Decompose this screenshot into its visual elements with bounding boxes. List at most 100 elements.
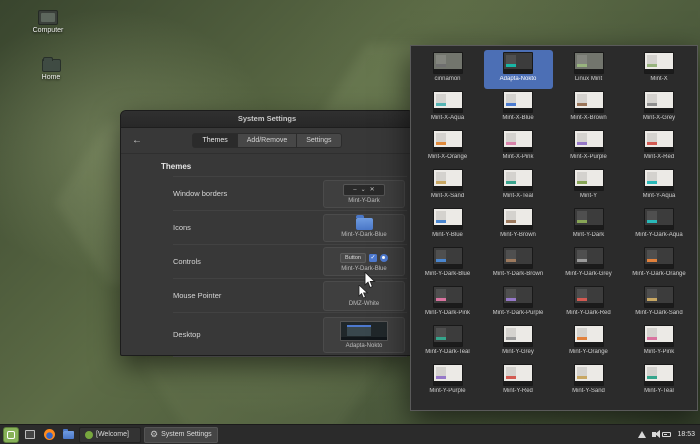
theme-name: Mint-X-Pink	[502, 154, 534, 160]
theme-tile-adapta-nokto[interactable]: Adapta-Nokto	[483, 50, 553, 89]
taskbar-window-title: [Welcome]	[96, 431, 129, 438]
theme-thumbnail	[573, 130, 604, 152]
sample-button: Button	[340, 252, 366, 263]
desktop-icon-label: Computer	[32, 27, 64, 34]
theme-tile-mint-y-dark-sand[interactable]: Mint-Y-Dark-Sand	[625, 284, 694, 323]
row-mouse-pointer: Mouse Pointer DMZ-White	[173, 279, 407, 313]
theme-tile-mint-y-dark[interactable]: Mint-Y-Dark	[554, 206, 623, 245]
icons-picker-button[interactable]: Mint-Y-Dark-Blue	[323, 213, 405, 242]
theme-name: Mint-Y-Sand	[572, 388, 605, 394]
desktop: { "colors": { "selection_blue": "#4c6fb5…	[0, 0, 700, 444]
theme-tile-mint-y-purple[interactable]: Mint-Y-Purple	[413, 362, 482, 401]
theme-name: Mint-Y-Dark-Blue	[424, 271, 471, 277]
desktop-icon-home[interactable]: Home	[24, 55, 78, 81]
volume-icon[interactable]	[652, 430, 661, 438]
theme-settings-list: Window borders – ⌄ ✕ Mint-Y-Dark Icons M…	[173, 176, 407, 357]
network-icon[interactable]	[638, 431, 647, 438]
theme-name: Mint-X-Brown	[570, 115, 607, 121]
theme-thumbnail	[573, 286, 604, 308]
theme-name: Mint-X-Red	[643, 154, 675, 160]
theme-tile-mint-x-aqua[interactable]: Mint-X-Aqua	[413, 89, 482, 128]
clock[interactable]: 18:53	[677, 431, 695, 438]
theme-thumbnail	[432, 91, 463, 113]
desktop-theme-name: Adapta-Nokto	[345, 342, 383, 349]
theme-tile-mint-y-aqua[interactable]: Mint-Y-Aqua	[625, 167, 694, 206]
theme-tile-mint-x-blue[interactable]: Mint-X-Blue	[484, 89, 553, 128]
theme-tile-mint-y-red[interactable]: Mint-Y-Red	[484, 362, 553, 401]
theme-tile-mint-x-sand[interactable]: Mint-X-Sand	[413, 167, 482, 206]
minimize-icon: –	[353, 186, 357, 193]
back-button[interactable]: ←	[130, 134, 144, 148]
theme-tile-mint-y-orange[interactable]: Mint-Y-Orange	[554, 323, 623, 362]
theme-name: Mint-X-Orange	[427, 154, 468, 160]
theme-tile-linux-mint[interactable]: Linux Mint	[554, 50, 623, 89]
taskbar-window-welcome[interactable]: [Welcome]	[79, 426, 141, 443]
tab-themes[interactable]: Themes	[192, 133, 238, 148]
files-launcher[interactable]	[60, 427, 76, 443]
theme-tile-mint-y-dark-purple[interactable]: Mint-Y-Dark-Purple	[484, 284, 553, 323]
taskbar-window-system-settings[interactable]: ⚙ System Settings	[144, 426, 218, 443]
desktop-theme-picker-button[interactable]: Adapta-Nokto	[323, 316, 405, 353]
theme-tile-mint-x-orange[interactable]: Mint-X-Orange	[413, 128, 482, 167]
theme-tile-mint-x-grey[interactable]: Mint-X-Grey	[625, 89, 694, 128]
theme-tile-mint-y-dark-teal[interactable]: Mint-Y-Dark-Teal	[413, 323, 482, 362]
system-settings-window: System Settings ← Themes Add/Remove Sett…	[120, 110, 414, 357]
theme-tile-mint-y-dark-red[interactable]: Mint-Y-Dark-Red	[554, 284, 623, 323]
pointer-theme-name: DMZ-White	[348, 300, 380, 307]
theme-tile-mint-y-dark-aqua[interactable]: Mint-Y-Dark-Aqua	[625, 206, 694, 245]
theme-tile-mint-y-brown[interactable]: Mint-Y-Brown	[484, 206, 553, 245]
theme-name: Mint-Y-Dark-Aqua	[635, 232, 683, 238]
window-borders-picker-button[interactable]: – ⌄ ✕ Mint-Y-Dark	[323, 179, 405, 208]
theme-tile-mint-y-dark-blue[interactable]: Mint-Y-Dark-Blue	[413, 245, 482, 284]
theme-tile-mint-y-dark-grey[interactable]: Mint-Y-Dark-Grey	[554, 245, 623, 284]
theme-tile-mint-x-teal[interactable]: Mint-X-Teal	[484, 167, 553, 206]
theme-tile-mint-y[interactable]: Mint-Y	[554, 167, 623, 206]
theme-name: Mint-Y-Orange	[569, 349, 608, 355]
mouse-pointer-picker-button[interactable]: DMZ-White	[323, 280, 405, 311]
theme-thumbnail	[573, 325, 604, 347]
radio-icon	[379, 253, 388, 262]
theme-tile-mint-y-blue[interactable]: Mint-Y-Blue	[413, 206, 482, 245]
theme-thumbnail	[644, 325, 674, 347]
theme-thumbnail	[573, 91, 604, 113]
theme-tile-mint-y-sand[interactable]: Mint-Y-Sand	[554, 362, 623, 401]
tab-add-remove[interactable]: Add/Remove	[237, 133, 298, 148]
theme-tile-mint-x[interactable]: Mint-X	[625, 50, 694, 89]
theme-name: Mint-Y-Dark-Pink	[424, 310, 471, 316]
desktop-icon-computer[interactable]: Computer	[21, 10, 75, 34]
theme-name: Mint-Y-Dark-Sand	[635, 310, 683, 316]
show-desktop-button[interactable]	[22, 427, 38, 443]
theme-name: Mint-Y-Grey	[502, 349, 534, 355]
theme-name: Mint-Y-Dark-Purple	[492, 310, 544, 316]
cursor-arrow-icon	[358, 284, 369, 299]
theme-thumbnail	[432, 286, 463, 308]
controls-picker-button[interactable]: Button ✓ Mint-Y-Dark-Blue	[323, 247, 405, 276]
theme-thumbnail	[644, 208, 674, 230]
theme-tile-cinnamon[interactable]: cinnamon	[413, 50, 482, 89]
theme-tile-mint-x-brown[interactable]: Mint-X-Brown	[554, 89, 623, 128]
theme-name: Mint-Y-Dark-Brown	[492, 271, 544, 277]
theme-tile-mint-x-purple[interactable]: Mint-X-Purple	[554, 128, 623, 167]
theme-tile-mint-y-grey[interactable]: Mint-Y-Grey	[484, 323, 553, 362]
theme-thumbnail	[503, 364, 533, 386]
firefox-launcher[interactable]	[41, 427, 57, 443]
welcome-app-icon	[85, 430, 93, 439]
titlebar[interactable]: System Settings	[121, 111, 413, 128]
section-title: Themes	[161, 162, 192, 171]
tab-settings[interactable]: Settings	[297, 133, 342, 148]
theme-tile-mint-y-pink[interactable]: Mint-Y-Pink	[625, 323, 694, 362]
theme-thumbnail	[503, 130, 533, 152]
theme-tile-mint-x-pink[interactable]: Mint-X-Pink	[484, 128, 553, 167]
theme-tile-mint-y-teal[interactable]: Mint-Y-Teal	[625, 362, 694, 401]
theme-name: Mint-Y-Dark-Red	[566, 310, 611, 316]
row-label: Desktop	[173, 330, 201, 339]
theme-tile-mint-x-red[interactable]: Mint-X-Red	[625, 128, 694, 167]
theme-name: Mint-Y-Dark-Grey	[565, 271, 612, 277]
theme-tile-mint-y-dark-brown[interactable]: Mint-Y-Dark-Brown	[484, 245, 553, 284]
battery-icon[interactable]	[662, 432, 672, 437]
theme-tile-mint-y-dark-pink[interactable]: Mint-Y-Dark-Pink	[413, 284, 482, 323]
theme-thumbnail	[573, 169, 604, 191]
theme-tile-mint-y-dark-orange[interactable]: Mint-Y-Dark-Orange	[625, 245, 694, 284]
mint-menu-button[interactable]	[3, 426, 19, 443]
row-desktop: Desktop Adapta-Nokto	[173, 313, 407, 357]
